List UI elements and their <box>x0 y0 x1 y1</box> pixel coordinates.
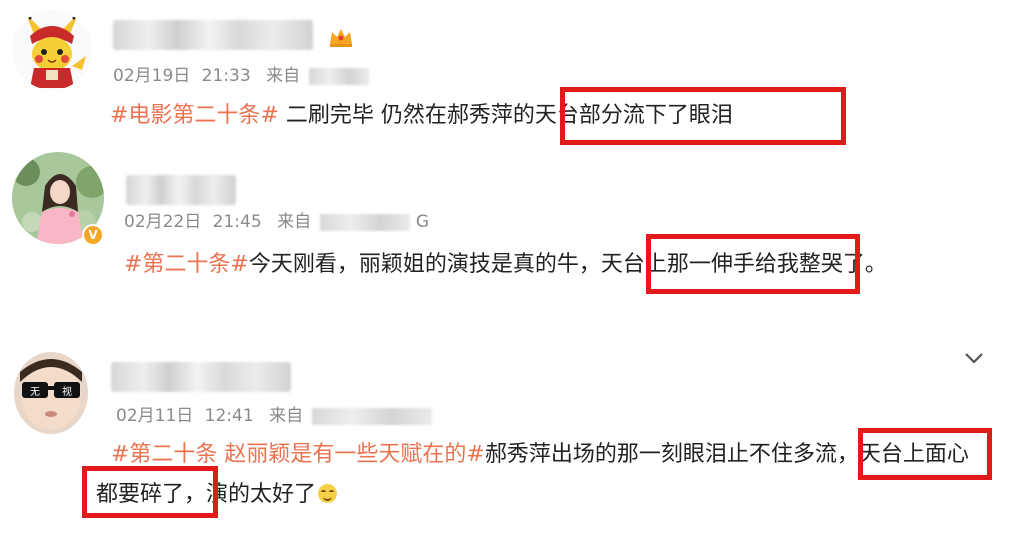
highlighted-text-line-2: 都要碎了， <box>96 482 207 507</box>
highlighted-text-line-1: 天台上面心 <box>858 442 969 467</box>
child-avatar-icon: 无 视 <box>14 352 88 434</box>
post-body-line-2: 都要碎了，演的太好了 <box>96 478 338 512</box>
post-body-line-1: #第二十条 赵丽颖是有一些天赋在的#郝秀萍出场的那一刻眼泪止不住多流，天台上面心 <box>111 438 969 472</box>
post-date: 02月11日 <box>116 406 194 426</box>
source-blurred <box>312 407 433 425</box>
weibo-comment-screenshot: 02月19日 21:33 来自 #电影第二十条# 二刷完毕 仍然在郝秀萍的天台部… <box>0 0 1016 542</box>
source-label: 来自 <box>269 406 304 426</box>
post-meta: 02月11日 12:41 来自 <box>116 404 433 428</box>
relieved-face-icon <box>318 484 338 503</box>
avatar-child-sunglasses[interactable]: 无 视 <box>14 352 88 434</box>
post-text: 郝秀萍出场的那一刻眼泪止不住多流， <box>484 442 859 467</box>
post-text-after: 演的太好了 <box>206 482 317 507</box>
chevron-down-icon[interactable] <box>962 350 986 366</box>
svg-text:无: 无 <box>30 387 40 398</box>
comment-post-3: 无 视 02月11日 12:41 来自 #第二十条 赵丽颖是有一些天赋在的#郝秀… <box>0 0 1016 542</box>
svg-text:视: 视 <box>62 385 72 398</box>
hashtag-link[interactable]: #第二十条 赵丽颖是有一些天赋在的# <box>111 442 485 467</box>
username-blurred[interactable] <box>111 362 291 392</box>
post-time: 12:41 <box>204 406 254 426</box>
